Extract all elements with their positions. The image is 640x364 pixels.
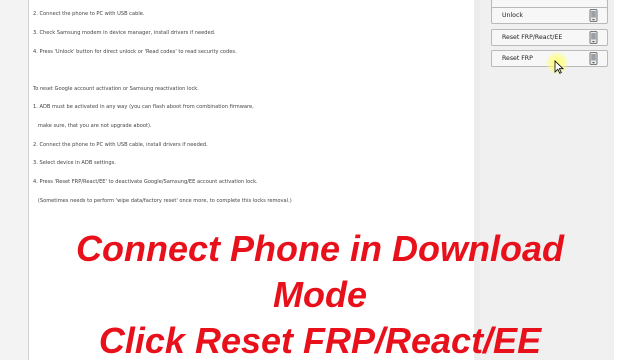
log-line: 2. Connect the phone to PC with USB cabl…	[33, 141, 208, 148]
log-line: 4. Press 'Unlock' button for direct unlo…	[33, 48, 237, 55]
log-line: 3. Select device in ADB settings.	[33, 160, 116, 167]
overlay-line-1: Connect Phone in Download	[76, 228, 564, 269]
log-line: To reset Google account activation or Sa…	[33, 85, 199, 92]
phone-icon	[589, 9, 598, 22]
log-line: 3. Check Samsung modem in device manager…	[33, 30, 216, 37]
log-line: make sure, that you are not upgrade aboo…	[33, 123, 152, 130]
reset-frp-label: Reset FRP	[502, 55, 533, 62]
overlay-caption: Connect Phone in Download Mode Click Res…	[0, 226, 640, 364]
overlay-line-2: Mode	[273, 274, 367, 315]
log-text: 2. Connect the phone to PC with USB cabl…	[33, 0, 292, 216]
unlock-button[interactable]: Unlock	[491, 7, 608, 24]
mouse-cursor-icon	[554, 60, 564, 74]
unlock-button-label: Unlock	[502, 12, 523, 19]
phone-icon	[589, 31, 598, 44]
reset-frp-react-ee-label: Reset FRP/React/EE	[502, 34, 563, 41]
log-line: 4. Press 'Reset FRP/React/EE' to deactiv…	[33, 178, 258, 185]
log-line: 1. ADB must be activated in any way (you…	[33, 104, 254, 111]
log-line: 2. Connect the phone to PC with USB cabl…	[33, 11, 145, 18]
log-line: (Sometimes needs to perform 'wipe data/f…	[33, 197, 292, 204]
overlay-line-3: Click Reset FRP/React/EE	[98, 320, 542, 361]
phone-icon	[589, 52, 598, 65]
reset-frp-react-ee-button[interactable]: Reset FRP/React/EE	[491, 29, 608, 46]
